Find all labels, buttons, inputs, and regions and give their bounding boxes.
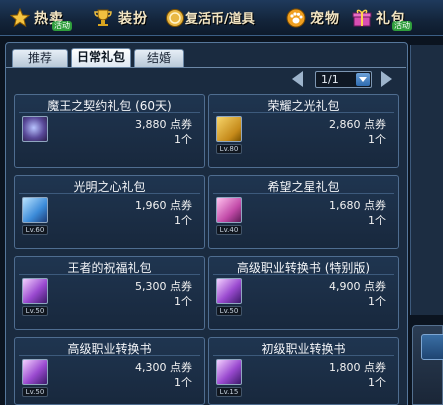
purple-book-icon[interactable]	[216, 278, 242, 304]
level-badge: Lv.50	[22, 387, 48, 397]
page-select[interactable]: 1/1	[315, 71, 372, 88]
divider	[19, 193, 200, 194]
item-card[interactable]: 光明之心礼包 Lv.60 1,960 点券 1个	[14, 175, 205, 249]
level-badge: Lv.60	[22, 225, 48, 235]
pink-box-icon[interactable]	[216, 197, 242, 223]
item-price: 1,800 点券	[329, 361, 386, 374]
item-price: 1,680 点券	[329, 199, 386, 212]
divider	[213, 274, 394, 275]
item-name: 光明之心礼包	[73, 180, 146, 194]
tab-wedding[interactable]: 结婚	[134, 49, 184, 67]
category-pet[interactable]: 宠物	[284, 0, 350, 36]
item-card[interactable]: 荣耀之光礼包 Lv.80 2,860 点券 1个	[208, 94, 399, 168]
paw-icon	[286, 8, 306, 28]
purple-book-icon[interactable]	[22, 278, 48, 304]
level-badge: Lv.40	[216, 225, 242, 235]
level-badge: Lv.50	[22, 306, 48, 316]
item-card[interactable]: 王者的祝福礼包 Lv.50 5,300 点券 1个	[14, 256, 205, 330]
item-name: 高级职业转换书	[67, 342, 152, 356]
divider	[19, 274, 200, 275]
purple-book-icon[interactable]	[216, 359, 242, 385]
divider	[213, 112, 394, 113]
level-badge: Lv.15	[216, 387, 242, 397]
item-name: 高级职业转换书 (特别版)	[236, 261, 371, 275]
prev-page-arrow-icon[interactable]	[292, 71, 303, 87]
next-page-arrow-icon[interactable]	[381, 71, 392, 87]
item-price: 4,300 点券	[135, 361, 192, 374]
blue-box-icon[interactable]	[22, 197, 48, 223]
item-price: 3,880 点券	[135, 118, 192, 131]
item-name: 希望之星礼包	[267, 180, 340, 194]
activity-badge: 活动	[392, 21, 412, 31]
item-price: 4,900 点券	[329, 280, 386, 293]
trophy-icon	[94, 9, 112, 26]
top-category-bar: 热卖 活动 装扮 复活币/道具 宠物 礼包 活动	[0, 0, 443, 36]
item-quantity: 1个	[174, 376, 192, 389]
divider	[213, 355, 394, 356]
level-badge: Lv.50	[216, 306, 242, 316]
item-name: 荣耀之光礼包	[267, 99, 340, 113]
item-card[interactable]: 希望之星礼包 Lv.40 1,680 点券 1个	[208, 175, 399, 249]
divider	[19, 112, 200, 113]
item-card[interactable]: 初级职业转换书 Lv.15 1,800 点券 1个	[208, 337, 399, 405]
item-card[interactable]: 高级职业转换书 Lv.50 4,300 点券 1个	[14, 337, 205, 405]
side-panel-edge	[410, 45, 443, 315]
item-quantity: 1个	[368, 376, 386, 389]
side-button[interactable]	[421, 334, 443, 360]
item-quantity: 1个	[174, 214, 192, 227]
purple-book-icon[interactable]	[22, 359, 48, 385]
star-icon	[10, 8, 30, 28]
item-price: 5,300 点券	[135, 280, 192, 293]
side-window-edge	[412, 325, 443, 405]
item-quantity: 1个	[174, 133, 192, 146]
gift-icon	[352, 9, 372, 27]
tab-daily-gift-pack[interactable]: 日常礼包	[71, 48, 131, 68]
category-revive-items[interactable]: 复活币/道具	[163, 0, 271, 36]
gold-box-icon[interactable]	[216, 116, 242, 142]
item-quantity: 1个	[174, 295, 192, 308]
category-gift-pack[interactable]: 礼包 活动	[350, 0, 440, 36]
item-quantity: 1个	[368, 295, 386, 308]
divider	[213, 193, 394, 194]
item-quantity: 1个	[368, 133, 386, 146]
category-outfit[interactable]: 装扮	[90, 0, 156, 36]
item-name: 魔王之契约礼包 (60天)	[47, 99, 172, 113]
chevron-down-icon[interactable]	[356, 73, 370, 86]
tab-divider	[6, 67, 406, 68]
coin-icon	[166, 9, 184, 27]
item-card[interactable]: 高级职业转换书 (特别版) Lv.50 4,900 点券 1个	[208, 256, 399, 330]
item-price: 1,960 点券	[135, 199, 192, 212]
page-select-value: 1/1	[321, 73, 339, 86]
tab-recommend[interactable]: 推荐	[12, 49, 68, 67]
divider	[19, 355, 200, 356]
item-name: 王者的祝福礼包	[67, 261, 152, 275]
item-price: 2,860 点券	[329, 118, 386, 131]
item-card[interactable]: 魔王之契约礼包 (60天) 3,880 点券 1个	[14, 94, 205, 168]
level-badge: Lv.80	[216, 144, 242, 154]
item-name: 初级职业转换书	[261, 342, 346, 356]
demon-pack-icon[interactable]	[22, 116, 48, 142]
activity-badge: 活动	[52, 21, 72, 31]
category-hot[interactable]: 热卖 活动	[6, 0, 84, 36]
item-quantity: 1个	[368, 214, 386, 227]
